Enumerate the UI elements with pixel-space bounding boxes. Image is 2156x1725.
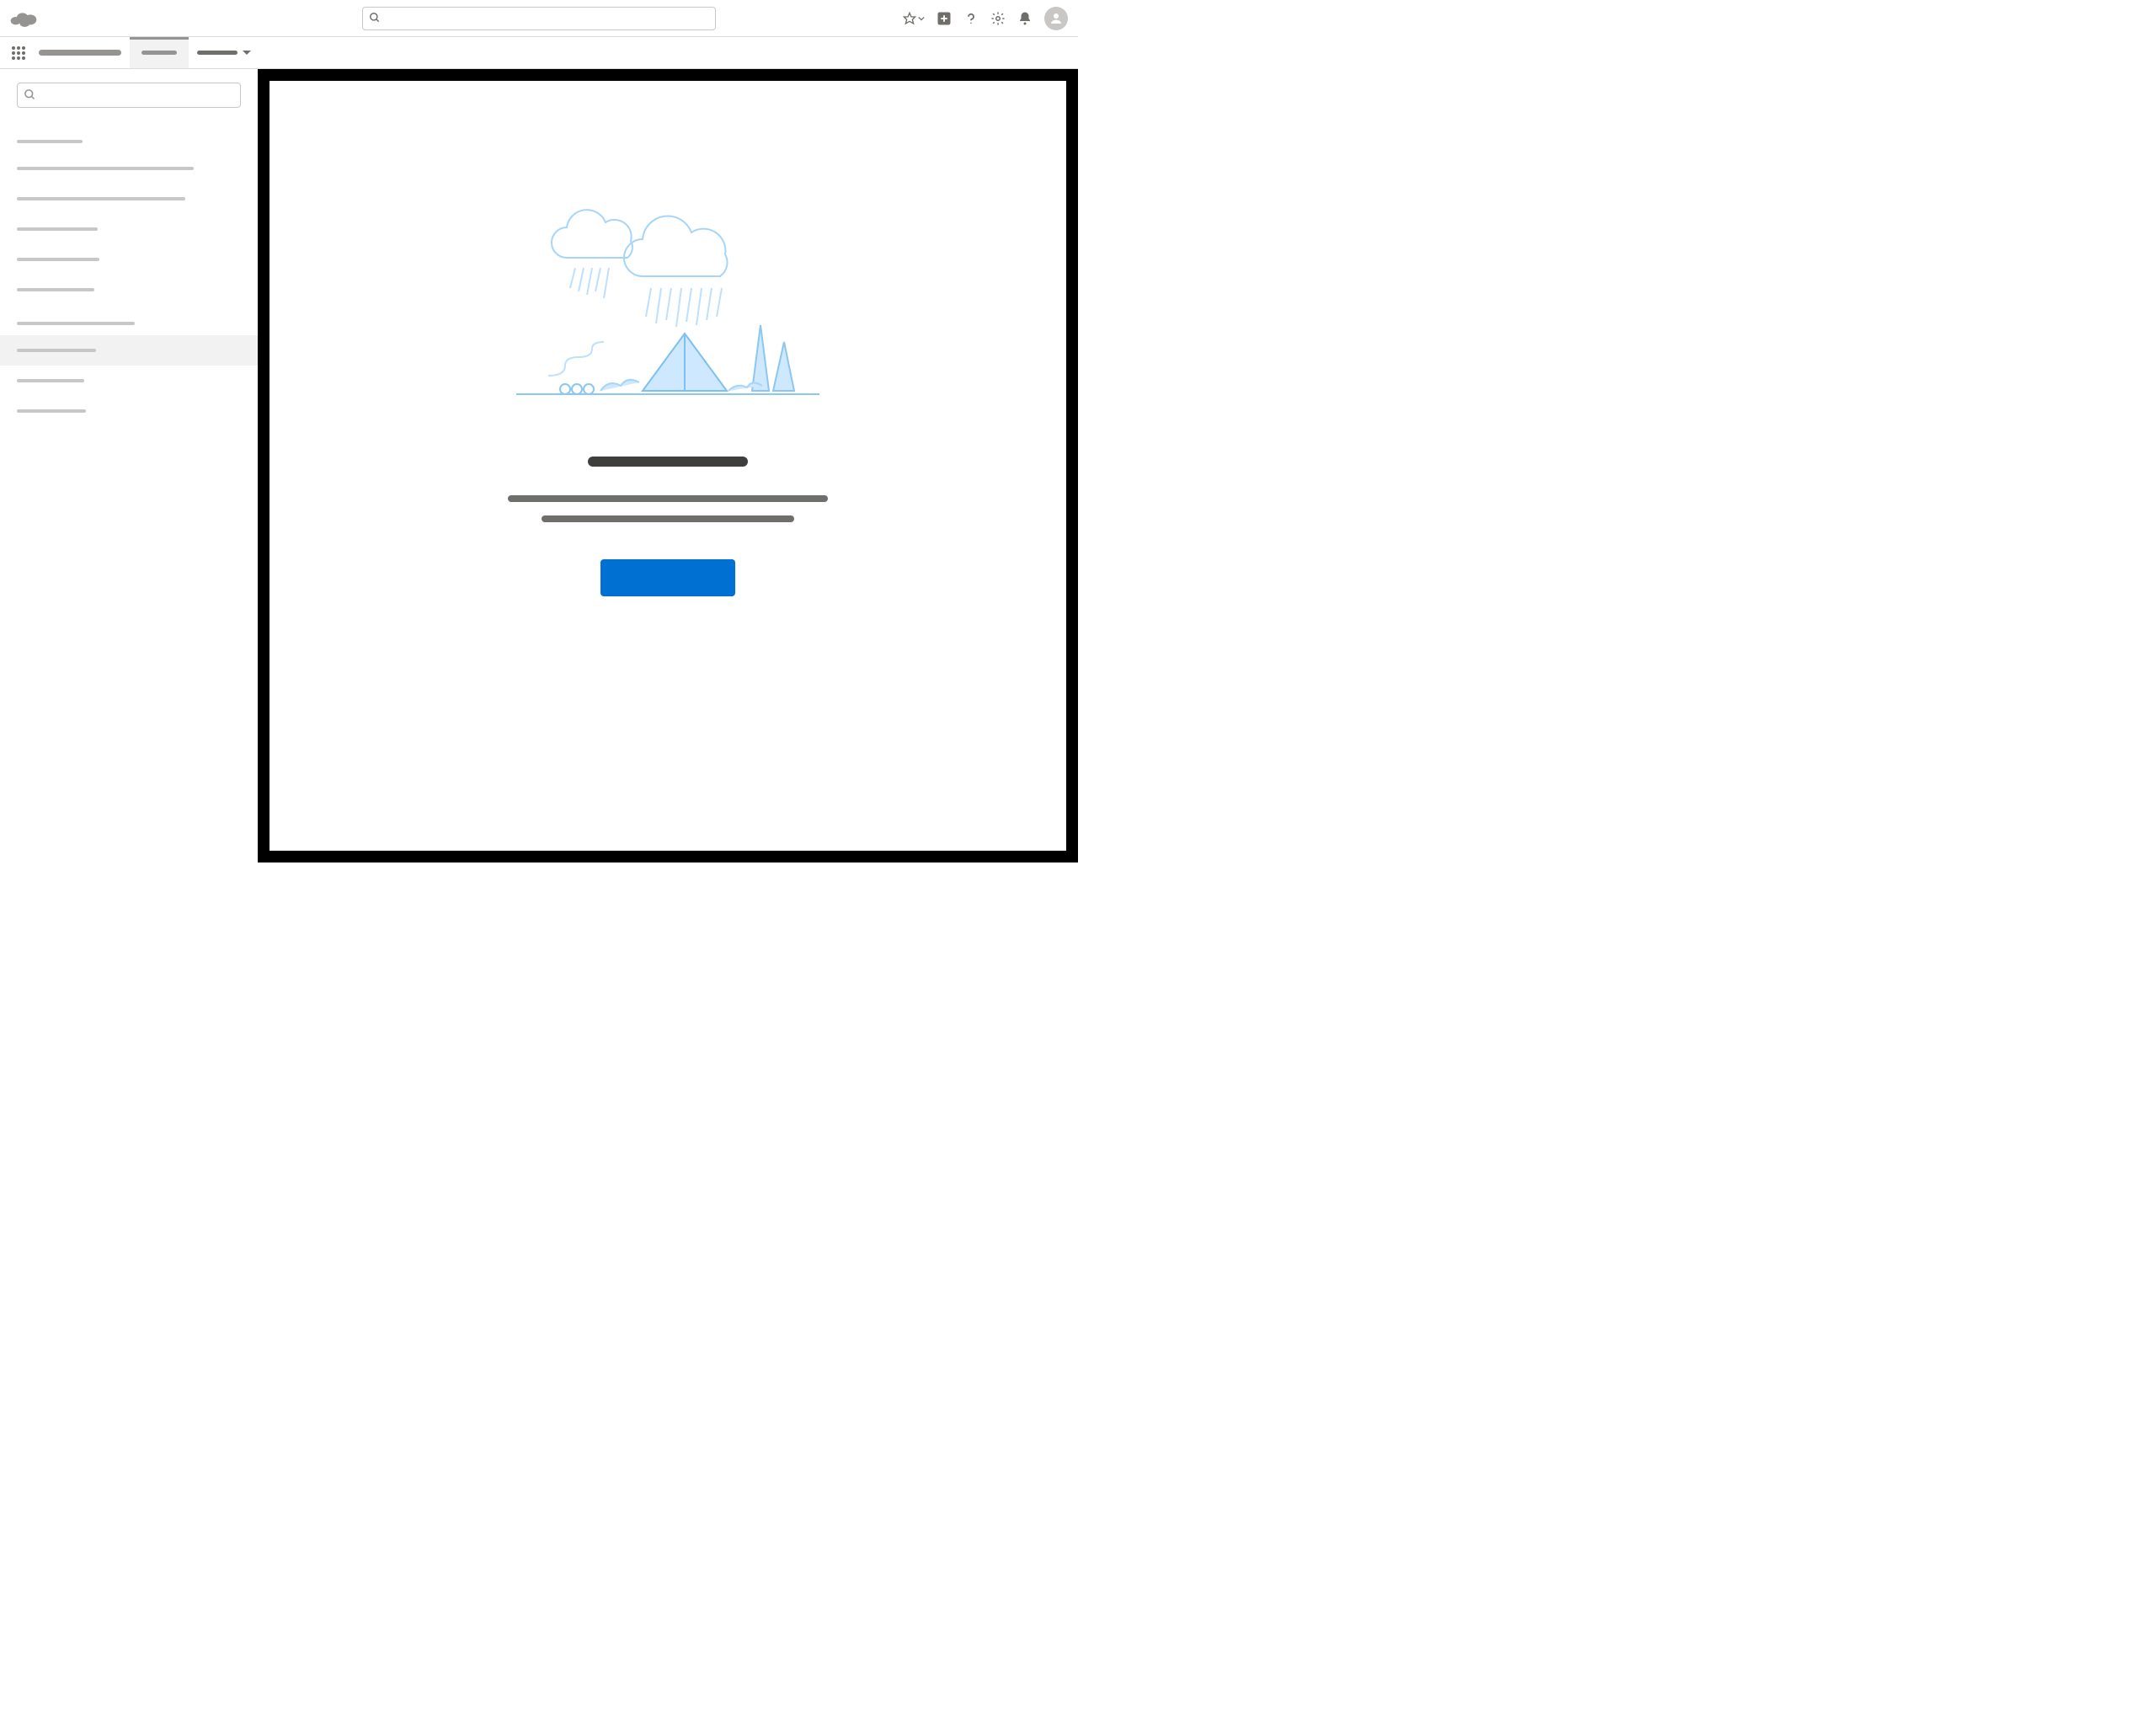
nav-dropdown[interactable]: Object Manager <box>189 37 259 68</box>
sidebar-item-label <box>17 379 84 382</box>
sidebar-item-label <box>17 288 94 291</box>
sidebar-list <box>0 148 258 305</box>
setup-sidebar: Section Section <box>0 69 258 862</box>
sidebar-section-header-label: Section <box>17 322 135 325</box>
sidebar-item[interactable] <box>0 214 258 244</box>
sidebar-item[interactable] <box>0 184 258 214</box>
global-search <box>362 7 716 30</box>
sidebar-item[interactable] <box>0 335 258 366</box>
sidebar-section-header: Section <box>0 305 258 330</box>
setup-gear-icon[interactable] <box>990 11 1006 26</box>
salesforce-logo <box>10 9 37 28</box>
error-primary-button[interactable] <box>600 559 735 596</box>
sidebar-search-wrap <box>0 83 258 123</box>
sidebar-item-label <box>17 167 194 170</box>
nav-tab-home[interactable]: Home <box>130 37 189 68</box>
error-message-line1 <box>508 495 828 502</box>
user-avatar[interactable] <box>1044 7 1068 30</box>
search-icon <box>24 88 36 101</box>
sidebar-item[interactable] <box>0 396 258 426</box>
global-header <box>0 0 1078 37</box>
sidebar-item-label <box>17 197 185 200</box>
chevron-down-icon <box>243 51 251 55</box>
help-icon[interactable] <box>963 11 979 26</box>
sidebar-section-header-label: Section <box>17 140 83 143</box>
sidebar-item-label <box>17 349 96 352</box>
global-add-icon[interactable] <box>937 11 952 26</box>
sidebar-item-label <box>17 227 98 231</box>
sidebar-item[interactable] <box>0 153 258 184</box>
search-icon <box>369 12 381 24</box>
nav-dropdown-label: Object Manager <box>197 51 237 55</box>
sidebar-item[interactable] <box>0 244 258 275</box>
app-name: Setup <box>39 37 121 68</box>
notifications-bell-icon[interactable] <box>1017 11 1033 26</box>
app-name-label: Setup <box>39 50 121 56</box>
sidebar-item[interactable] <box>0 275 258 305</box>
sidebar-item-label <box>17 409 86 413</box>
sidebar-item[interactable] <box>0 366 258 396</box>
nav-bar: Setup Home Object Manager <box>0 37 1078 69</box>
main-content <box>270 81 1066 851</box>
sidebar-search-input[interactable] <box>17 83 241 108</box>
error-card <box>449 207 887 601</box>
global-search-input[interactable] <box>362 7 716 30</box>
camping-rain-illustration <box>516 207 819 401</box>
main-area <box>258 69 1078 862</box>
error-title <box>588 457 748 467</box>
body: Section Section <box>0 69 1078 862</box>
sidebar-item-label <box>17 258 99 261</box>
favorites-icon[interactable] <box>903 12 925 25</box>
sidebar-section-header: Section <box>0 123 258 148</box>
nav-tab-label: Home <box>141 51 177 55</box>
error-message-line2 <box>542 515 794 522</box>
header-actions <box>903 7 1068 30</box>
app-launcher-icon[interactable] <box>10 37 27 68</box>
sidebar-list <box>0 330 258 426</box>
